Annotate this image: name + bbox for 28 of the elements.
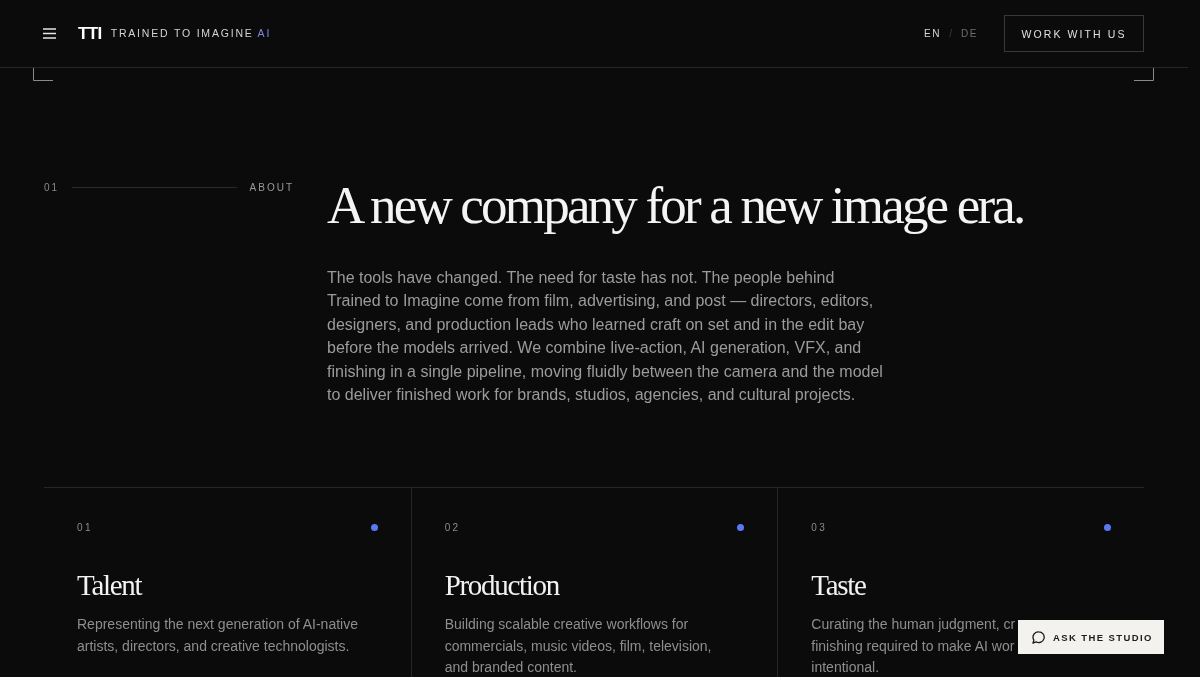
card-number: 02 xyxy=(444,521,461,533)
section-number: 01 xyxy=(44,181,60,193)
logo[interactable]: TTI xyxy=(78,25,102,42)
section-label: ABOUT xyxy=(249,181,294,193)
brand-name: TRAINED TO IMAGINE xyxy=(110,28,254,39)
card-description: Curating the human judgment, cr finishing required to make AI wor intentional. xyxy=(811,615,1016,677)
dot-icon xyxy=(1104,523,1111,531)
section-body: The tools have changed. The need for taste has not. The people behind Trained to Imagine come from film, advertising, and post — directors, editors, designers, and production leads who learned craft on set and in the edit bay before the models arrived. We combine live-action, AI generation, VFX, and finishing in a single pipeline, moving fluidly between the camera and the model to deliver finished work for brands, studios, agencies, and cultural projects. xyxy=(327,268,884,406)
dot-icon xyxy=(737,523,745,531)
language-separator: / xyxy=(949,28,952,39)
language-link[interactable]: DE xyxy=(960,28,978,39)
language-link[interactable]: EN xyxy=(924,28,942,39)
card-number: 03 xyxy=(811,521,828,533)
card-description: Representing the next generation of AI-native artists, directors, and creative technologists. xyxy=(77,615,358,656)
card-title: Talent xyxy=(77,568,142,604)
dot-icon xyxy=(370,523,378,531)
corner-mark-icon xyxy=(1134,68,1154,81)
card-description: Building scalable creative workflows for commercials, music videos, film, television, and branded content. xyxy=(444,615,712,677)
ask-the-studio-button[interactable]: ASK THE STUDIO xyxy=(1018,620,1164,654)
work-with-us-button[interactable]: WORK WITH US xyxy=(1004,15,1144,52)
section-heading: A new company for a new image era. xyxy=(327,175,1024,235)
brand-suffix: AI xyxy=(257,28,272,39)
corner-mark-icon xyxy=(33,68,53,81)
card-number: 01 xyxy=(77,521,93,533)
card-title: Taste xyxy=(811,568,866,604)
chat-bubble-icon xyxy=(1032,630,1045,644)
card-title: Production xyxy=(444,568,559,604)
menu-icon[interactable] xyxy=(43,28,56,39)
